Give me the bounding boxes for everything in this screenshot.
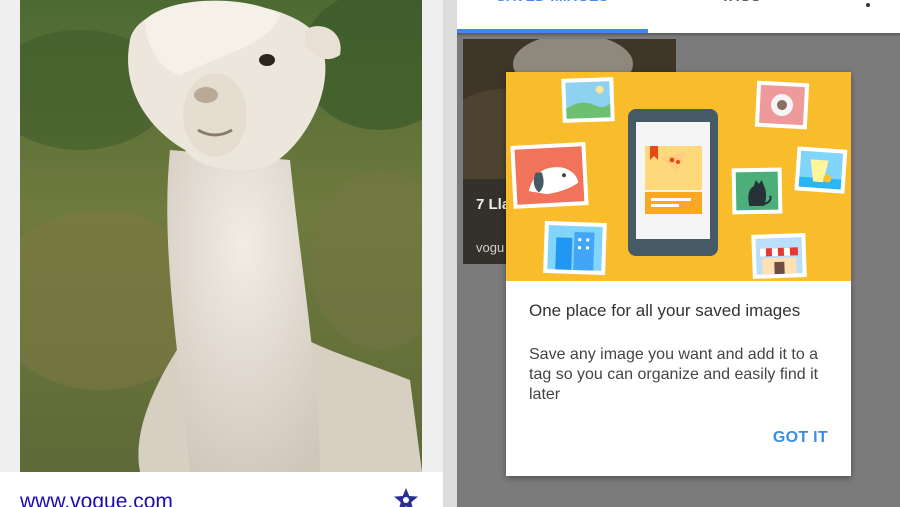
dialog-body: Save any image you want and add it to a … xyxy=(529,346,819,403)
source-link[interactable]: www.vogue.com xyxy=(20,490,173,507)
llama-photo[interactable] xyxy=(20,0,422,472)
tab-bar: SAVED IMAGES TAGS xyxy=(457,0,900,33)
more-vert-icon[interactable] xyxy=(857,0,879,12)
saved-card-source: vogu xyxy=(476,240,505,255)
tab-bar-shadow xyxy=(457,33,900,37)
saved-images-illustration xyxy=(506,72,851,281)
tab-tags[interactable]: TAGS xyxy=(681,0,801,10)
onboarding-dialog: One place for all your saved images Save… xyxy=(506,72,851,476)
saved-images-panel: 7 Lla Hair vogu SAVED IMAGES TAGS xyxy=(457,0,900,507)
panel-divider xyxy=(443,0,457,507)
llama-photo-illustration xyxy=(20,0,422,472)
tab-saved-images[interactable]: SAVED IMAGES xyxy=(457,0,648,10)
menu-dot xyxy=(866,3,870,7)
illustration-graphic xyxy=(510,77,848,279)
star-icon-glyph xyxy=(394,488,418,507)
image-viewer-panel: www.vogue.com xyxy=(0,0,457,507)
got-it-button[interactable]: GOT IT xyxy=(756,429,828,451)
star-icon[interactable] xyxy=(392,486,420,507)
dialog-title: One place for all your saved images xyxy=(529,301,801,320)
